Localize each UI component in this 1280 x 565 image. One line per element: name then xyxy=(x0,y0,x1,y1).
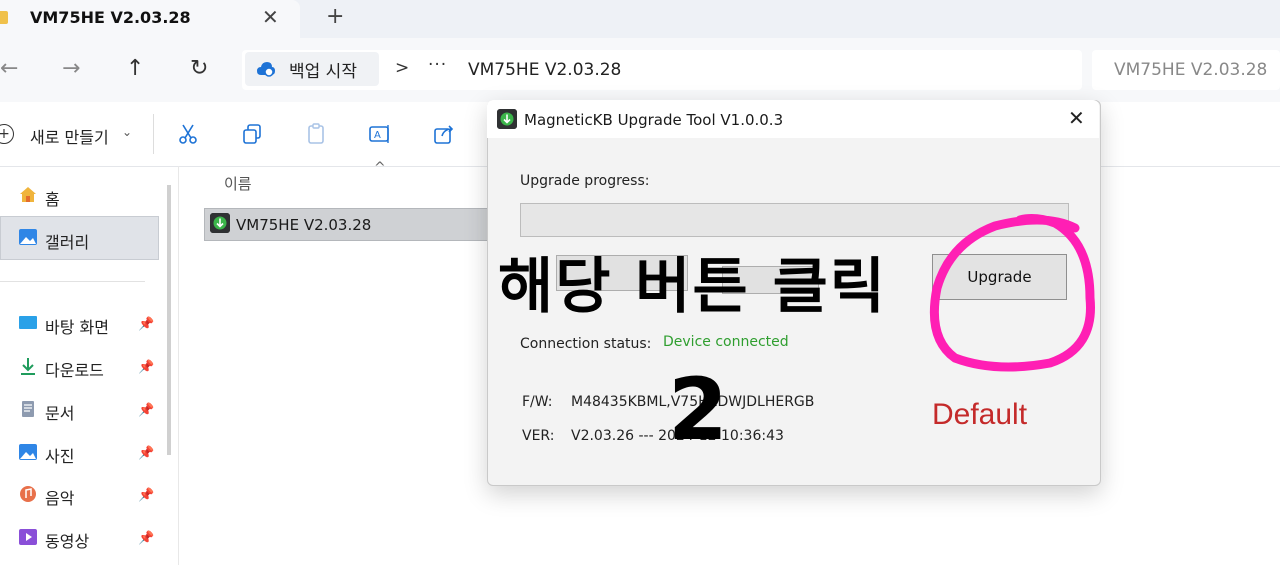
cloud-backup-icon xyxy=(257,62,275,77)
sidebar-separator xyxy=(0,281,145,282)
pin-icon: 📌 xyxy=(138,317,155,332)
breadcrumb-home-label: 백업 시작 xyxy=(289,62,357,82)
annotation-circle xyxy=(929,214,1095,372)
sidebar-item-label: 사진 xyxy=(45,447,75,466)
connection-status-value: Device connected xyxy=(663,334,789,350)
sidebar-item-label: 문서 xyxy=(45,404,75,423)
sidebar-item-label: 갤러리 xyxy=(45,233,90,252)
pin-icon: 📌 xyxy=(138,488,155,503)
firmware-label: F/W: xyxy=(522,394,553,410)
share-icon[interactable] xyxy=(432,122,456,146)
file-name: VM75HE V2.03.28 xyxy=(236,216,372,234)
back-button[interactable]: ← xyxy=(0,56,18,81)
sidebar-item-label: 음악 xyxy=(45,489,75,508)
breadcrumb-separator[interactable]: > xyxy=(395,58,409,78)
breadcrumb-current-folder[interactable]: VM75HE V2.03.28 xyxy=(468,60,621,80)
refresh-button[interactable]: ↻ xyxy=(190,56,208,81)
tab-close-button[interactable]: ✕ xyxy=(262,5,279,29)
connection-status-label: Connection status: xyxy=(520,336,652,352)
pane-divider xyxy=(178,166,179,565)
forward-button[interactable]: → xyxy=(62,56,80,81)
command-divider xyxy=(153,114,154,154)
breadcrumb-more-button[interactable]: ··· xyxy=(428,55,447,75)
sidebar-scrollbar[interactable] xyxy=(167,185,171,455)
sidebar-item-label: 홈 xyxy=(45,190,60,209)
annotation-instruction: 해당 버튼 클릭 xyxy=(498,252,887,322)
sidebar-item-label: 다운로드 xyxy=(45,361,104,380)
music-icon xyxy=(20,486,36,502)
sidebar-item-label: 동영상 xyxy=(45,532,90,551)
desktop-icon xyxy=(19,316,37,329)
sort-ascending-icon: ^ xyxy=(374,160,386,176)
gallery-icon xyxy=(19,229,37,245)
up-button[interactable]: ↑ xyxy=(126,56,144,81)
default-label: Default xyxy=(932,398,1028,431)
chevron-down-icon: ⌄ xyxy=(122,125,133,139)
rename-icon[interactable]: A xyxy=(368,122,392,146)
cut-icon[interactable] xyxy=(176,122,200,146)
new-button[interactable]: 새로 만들기 xyxy=(30,124,109,148)
download-icon xyxy=(21,358,35,375)
annotation-step-number: 2 xyxy=(668,360,728,460)
videos-icon xyxy=(19,529,37,545)
home-icon xyxy=(20,187,36,202)
app-icon xyxy=(497,109,517,129)
column-header-name[interactable]: 이름 xyxy=(224,173,252,194)
tab-title: VM75HE V2.03.28 xyxy=(30,8,191,27)
folder-icon xyxy=(0,11,8,24)
documents-icon xyxy=(22,401,34,417)
pictures-icon xyxy=(19,444,37,460)
progress-label: Upgrade progress: xyxy=(520,173,650,189)
dialog-close-button[interactable]: ✕ xyxy=(1068,106,1085,130)
exe-icon xyxy=(210,213,230,233)
pin-icon: 📌 xyxy=(138,531,155,546)
dialog-title: MagneticKB Upgrade Tool V1.0.0.3 xyxy=(524,111,784,129)
copy-icon[interactable] xyxy=(240,122,264,146)
pin-icon: 📌 xyxy=(138,403,155,418)
version-label: VER: xyxy=(522,428,555,444)
pin-icon: 📌 xyxy=(138,446,155,461)
svg-text:A: A xyxy=(374,130,381,141)
new-tab-button[interactable]: + xyxy=(326,4,344,29)
paste-icon[interactable] xyxy=(304,122,328,146)
search-placeholder: VM75HE V2.03.28 xyxy=(1114,60,1268,80)
sidebar-item-label: 바탕 화면 xyxy=(45,318,109,337)
pin-icon: 📌 xyxy=(138,360,155,375)
